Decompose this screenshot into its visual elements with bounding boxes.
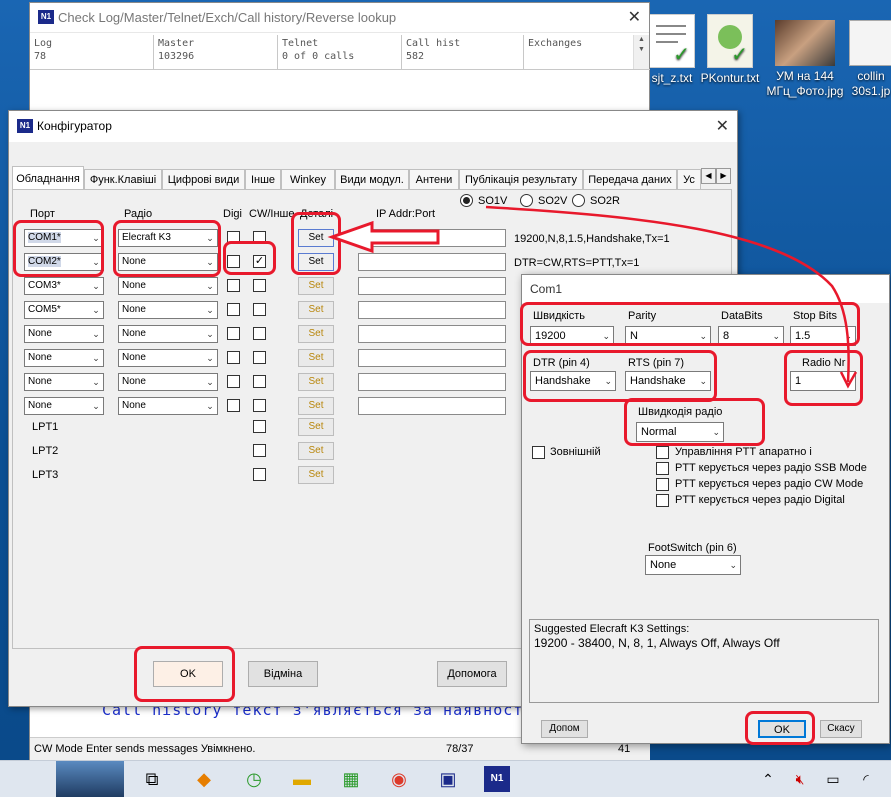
wifi-icon[interactable]: ◜ <box>853 766 879 792</box>
clock-app-icon[interactable]: ◷ <box>241 766 267 792</box>
speaker-muted-icon[interactable]: 🔇︎ <box>787 766 813 792</box>
folder-icon[interactable]: ▬ <box>289 766 315 792</box>
chevron-up-icon[interactable]: ⌃ <box>755 766 781 792</box>
search-highlight-icon[interactable] <box>56 761 124 797</box>
chrome-icon[interactable]: ◉ <box>386 766 412 792</box>
annotation-arrows <box>327 205 858 389</box>
network-app-icon[interactable]: ◆ <box>191 766 217 792</box>
arrow-curve <box>485 205 850 383</box>
taskbar: ⧉ ◆ ◷ ▬ ▦ ◉ ▣ N1 ⌃ 🔇︎ ▭ ◜ <box>0 760 891 797</box>
save-icon[interactable]: ▣ <box>435 766 461 792</box>
arrow-to-set <box>327 220 440 254</box>
battery-icon[interactable]: ▭ <box>820 766 846 792</box>
app-logo-icon[interactable]: N1 <box>484 766 510 792</box>
task-view-icon[interactable]: ⧉ <box>139 766 165 792</box>
chart-app-icon[interactable]: ▦ <box>338 766 364 792</box>
